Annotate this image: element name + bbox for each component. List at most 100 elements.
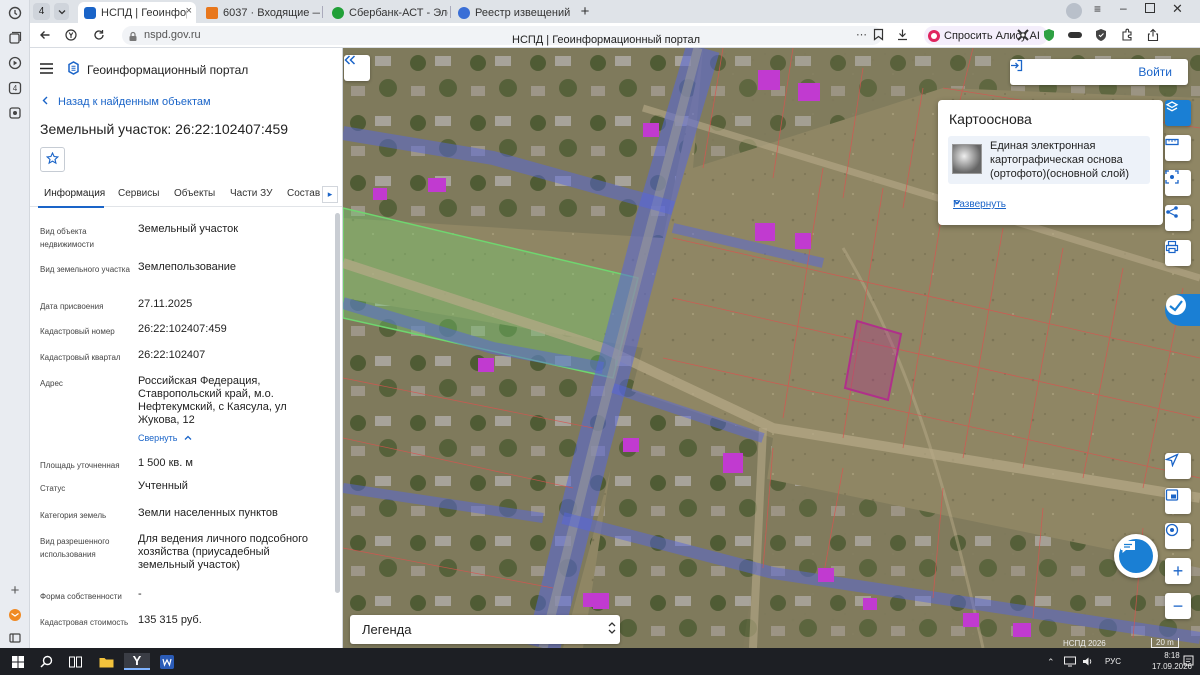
collapse-panel-button[interactable] <box>344 55 370 81</box>
word-icon[interactable] <box>158 653 176 670</box>
video-icon[interactable] <box>7 55 23 71</box>
collapse-address-link[interactable]: Свернуть <box>138 433 192 443</box>
share-button[interactable] <box>1165 205 1191 231</box>
close-tab-icon[interactable]: × <box>186 5 192 17</box>
tab-counter[interactable]: 4 <box>33 3 50 20</box>
bookmark-icon[interactable] <box>873 28 884 44</box>
minimize-icon[interactable]: – <box>1120 1 1127 15</box>
basemap-thumbnail <box>952 144 982 174</box>
field-value: Российская Федерация, Ставропольский кра… <box>138 375 287 426</box>
tab-sberbank-ast[interactable]: Сбербанк-АСТ - Электрон <box>326 2 448 23</box>
tab-parcel-parts[interactable]: Части ЗУ <box>230 188 272 199</box>
downloads-icon[interactable] <box>896 28 909 44</box>
field-label: Вид земельного участка <box>40 265 130 274</box>
share-page-icon[interactable] <box>1146 28 1160 42</box>
more-icon[interactable]: ⋯ <box>856 26 867 45</box>
search-icon[interactable] <box>37 653 55 670</box>
new-tab-button[interactable]: + <box>576 2 594 20</box>
field-label: Статус <box>40 484 66 493</box>
field-value: - <box>138 588 142 600</box>
yandex-protect-icon[interactable] <box>64 28 78 42</box>
field-label: Кадастровый квартал <box>40 353 121 362</box>
login-label: Войти <box>1138 65 1172 79</box>
apps-icon[interactable] <box>7 105 23 121</box>
hamburger-menu-icon[interactable] <box>40 62 53 77</box>
tab-services[interactable]: Сервисы <box>118 188 159 199</box>
url-text: nspd.gov.ru <box>144 29 201 41</box>
tab-label: Реестр извещений <box>475 6 571 19</box>
assistant-badge[interactable] <box>1165 294 1200 326</box>
field-label: Форма собственности <box>40 592 122 601</box>
chat-button[interactable] <box>1114 534 1158 578</box>
mail-app-icon[interactable] <box>7 607 23 623</box>
lock-icon <box>128 30 138 49</box>
zoom-out-button[interactable]: − <box>1165 593 1191 619</box>
maximize-icon[interactable] <box>1145 3 1155 13</box>
field-value: 26:22:102407 <box>138 349 206 361</box>
nspd-favicon-icon <box>84 6 96 19</box>
toggle-extension-icon[interactable] <box>1068 32 1082 38</box>
field-value: 135 315 руб. <box>138 614 202 626</box>
counter-badge[interactable]: 4 <box>7 80 23 96</box>
field-label: Дата присвоения <box>40 302 104 311</box>
collections-icon[interactable] <box>7 30 23 46</box>
close-window-icon[interactable]: ✕ <box>1172 1 1183 17</box>
history-icon[interactable] <box>7 5 23 21</box>
profile-avatar[interactable] <box>1066 3 1082 19</box>
expand-basemap-link[interactable]: Развернуть <box>953 199 1010 210</box>
add-panel-icon[interactable]: + <box>7 582 23 599</box>
tab-composition[interactable]: Состав <box>287 188 320 199</box>
legend-dropdown[interactable]: Легенда <box>350 615 620 644</box>
yandex-browser-taskbar-icon[interactable]: Y <box>124 653 150 670</box>
extension-icon[interactable] <box>1016 28 1030 42</box>
input-language[interactable]: РУС <box>1105 657 1121 666</box>
url-field[interactable]: nspd.gov.ru НСПД | Геоинформационный пор… <box>122 26 882 46</box>
task-view-icon[interactable] <box>66 653 84 670</box>
panel-settings-icon[interactable] <box>7 630 23 646</box>
map-view[interactable]: Войти Картооснова Единая электронная кар… <box>343 48 1200 648</box>
notifications-icon[interactable] <box>1183 655 1194 670</box>
back-arrow-icon[interactable] <box>38 28 52 42</box>
tray-chevron-up-icon[interactable]: ⌃ <box>1047 657 1055 668</box>
tab-objects[interactable]: Объекты <box>174 188 215 199</box>
favorite-star-button[interactable] <box>40 147 65 172</box>
vpn-extension-icon[interactable] <box>1094 28 1108 42</box>
tabs-scroll-right-icon[interactable]: ▸ <box>322 186 338 203</box>
tab-label: Сбербанк-АСТ - Электрон <box>349 6 448 19</box>
geolocation-button[interactable] <box>1165 523 1191 549</box>
reload-icon[interactable] <box>92 28 106 42</box>
star-icon <box>45 151 60 168</box>
minimap-button[interactable] <box>1165 488 1191 514</box>
volume-icon[interactable] <box>1082 656 1094 670</box>
basemap-layer-name: Единая электронная картографическая осно… <box>990 140 1129 180</box>
measure-button[interactable] <box>1165 135 1191 161</box>
tab-nspd[interactable]: НСПД | Геоинформаци × <box>78 2 196 23</box>
zoom-in-button[interactable]: + <box>1165 558 1191 584</box>
print-button[interactable] <box>1165 240 1191 266</box>
tab-label: 6037 · Входящие — Яндек <box>223 6 320 19</box>
object-title: Земельный участок: 26:22:102407:459 <box>40 121 289 137</box>
file-explorer-icon[interactable] <box>97 653 115 670</box>
sidebar-scrollbar[interactable] <box>335 213 340 593</box>
tab-registry[interactable]: Реестр извещений <box>452 2 572 23</box>
network-icon[interactable] <box>1064 656 1076 670</box>
layers-button[interactable] <box>1165 100 1191 126</box>
tab-label: НСПД | Геоинформаци <box>101 6 187 19</box>
field-value: 26:22:102407:459 <box>138 323 227 335</box>
tabs-dropdown-icon[interactable] <box>54 3 69 20</box>
locate-button[interactable] <box>1165 453 1191 479</box>
chevron-left-icon <box>42 96 48 108</box>
puzzle-extensions-icon[interactable] <box>1120 28 1134 42</box>
shield-icon[interactable] <box>1042 28 1056 42</box>
basemap-layer-card[interactable]: Единая электронная картографическая осно… <box>948 136 1150 184</box>
field-label: Адрес <box>40 379 63 388</box>
browser-menu-icon[interactable]: ≡ <box>1094 2 1101 16</box>
select-area-button[interactable] <box>1165 170 1191 196</box>
field-value: Землепользование <box>138 261 237 273</box>
tab-info[interactable]: Информация <box>44 188 105 199</box>
windows-start-icon[interactable] <box>9 653 27 670</box>
tab-mail[interactable]: 6037 · Входящие — Яндек <box>200 2 320 23</box>
login-button[interactable]: Войти <box>1010 59 1188 85</box>
back-to-results-link[interactable]: Назад к найденным объектам <box>42 96 211 108</box>
active-tab-indicator <box>38 206 104 208</box>
